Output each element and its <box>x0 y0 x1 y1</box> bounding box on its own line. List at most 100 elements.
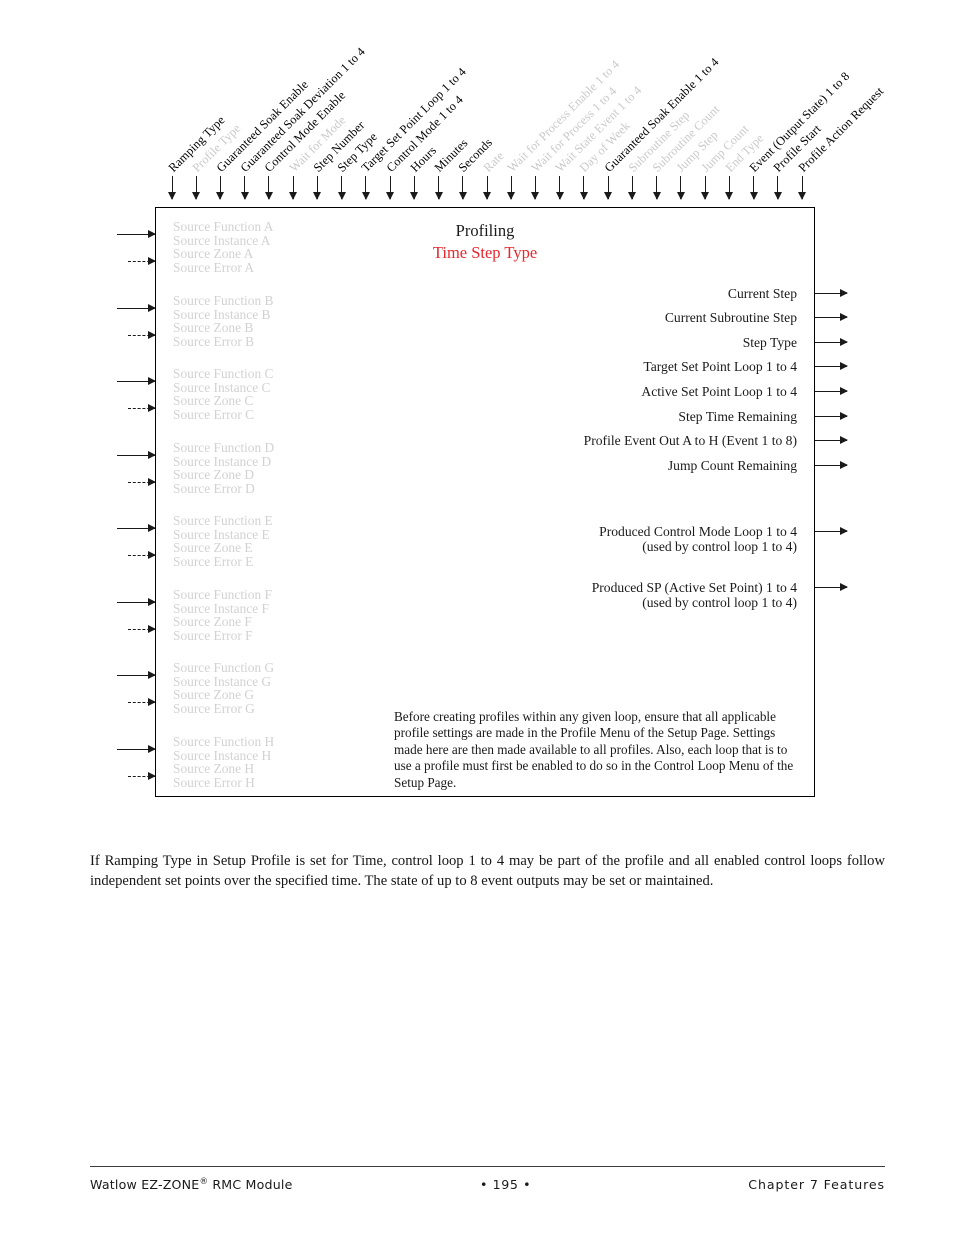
output-arrow-icon <box>815 387 848 395</box>
source-input-line: Source Zone E <box>173 540 253 556</box>
source-input-line: Source Zone G <box>173 687 255 703</box>
output-label-main: Target Set Point Loop 1 to 4 <box>643 359 797 374</box>
input-arrow-down-icon <box>555 176 564 200</box>
source-input-line: Source Function D <box>173 440 275 455</box>
input-arrow-down-icon <box>337 176 346 200</box>
output-label-sub: (used by control loop 1 to 4) <box>642 538 797 554</box>
source-error-arrow-icon <box>128 478 156 487</box>
output-label: Active Set Point Loop 1 to 4 <box>641 384 797 400</box>
profile-setup-note: Before creating profiles within any give… <box>394 709 794 790</box>
source-input-arrow-icon <box>117 229 156 238</box>
source-input-line: Source Function H <box>173 734 275 749</box>
output-label: Step Time Remaining <box>678 409 797 425</box>
input-arrow-down-icon <box>289 176 298 200</box>
source-error-arrow-icon <box>128 772 156 781</box>
input-arrow-down-icon <box>313 176 322 200</box>
source-input-line: Source Error C <box>173 406 255 422</box>
source-input-line: Source Instance D <box>173 453 272 469</box>
source-input-line: Source Function G <box>173 660 275 675</box>
output-arrow-icon <box>815 289 848 297</box>
source-input-line: Source Error F <box>173 627 253 643</box>
source-input-line: Source Function C <box>173 366 274 381</box>
body-paragraph: If Ramping Type in Setup Profile is set … <box>90 853 885 890</box>
output-arrow-icon <box>815 583 848 591</box>
source-input-line: Source Instance H <box>173 747 272 763</box>
input-arrow-down-icon <box>434 176 443 200</box>
footer-divider <box>90 1166 885 1167</box>
input-arrow-down-icon <box>579 176 588 200</box>
source-input-line: Source Function F <box>173 587 272 602</box>
output-label: Jump Count Remaining <box>667 458 797 474</box>
footer-product-pre: Watlow EZ-ZONE <box>90 1177 200 1193</box>
top-input-labels-group: Ramping Type Profile Type Guaranteed Soak … <box>0 0 954 208</box>
output-label-main: Step Time Remaining <box>678 409 797 424</box>
output-arrow-icon <box>815 362 848 370</box>
input-arrow-down-icon <box>264 176 273 200</box>
source-input-group: Source Function H Source Instance H Source… <box>173 735 274 789</box>
source-input-line: Source Zone B <box>173 320 254 336</box>
output-label-main: Step Type <box>742 335 797 350</box>
output-label-main: Current Subroutine Step <box>664 310 797 325</box>
source-input-group: Source Function G Source Instance G Source… <box>173 661 274 715</box>
output-arrow-icon <box>815 436 848 444</box>
input-arrow-down-icon <box>628 176 637 200</box>
output-label-main: Produced SP (Active Set Point) 1 to 4 <box>591 580 797 595</box>
source-input-line: Source Error H <box>173 774 255 790</box>
source-input-line: Source Zone C <box>173 393 254 409</box>
footer-page-number: • 195 • <box>480 1177 532 1192</box>
source-input-line: Source Instance C <box>173 379 271 395</box>
source-input-line: Source Instance E <box>173 526 270 542</box>
source-input-line: Source Function A <box>173 219 274 234</box>
output-arrow-icon <box>815 338 848 346</box>
source-error-arrow-icon <box>128 698 156 707</box>
output-label-main: Jump Count Remaining <box>667 458 797 473</box>
output-label: Profile Event Out A to H (Event 1 to 8) <box>583 433 797 449</box>
output-label-main: Current Step <box>727 286 797 301</box>
output-label: Produced Control Mode Loop 1 to 4 (used b… <box>599 524 797 554</box>
source-error-arrow-icon <box>128 551 156 560</box>
input-arrow-down-icon <box>386 176 395 200</box>
source-error-arrow-icon <box>128 404 156 413</box>
input-arrow-down-icon <box>361 176 370 200</box>
top-input-label: Event (Output State) 1 to 8 <box>746 69 853 175</box>
input-arrow-down-icon <box>798 176 806 200</box>
input-arrow-down-icon <box>749 176 758 200</box>
output-label-main: Profile Event Out A to H (Event 1 to 8) <box>583 433 797 448</box>
source-error-arrow-icon <box>128 625 156 634</box>
footer-product-name: Watlow EZ-ZONE® RMC Module <box>90 1177 293 1192</box>
output-label-sub: (used by control loop 1 to 4) <box>642 594 797 610</box>
input-arrow-down-icon <box>773 176 782 200</box>
source-input-line: Source Zone H <box>173 761 255 777</box>
source-input-line: Source Instance F <box>173 600 269 616</box>
input-arrow-down-icon <box>483 176 491 200</box>
source-input-arrow-icon <box>117 744 156 753</box>
source-input-group: Source Function E Source Instance E Source… <box>173 514 273 568</box>
input-arrow-down-icon <box>531 176 540 200</box>
source-input-line: Source Zone A <box>173 246 254 262</box>
source-input-line: Source Error G <box>173 700 255 716</box>
source-input-line: Source Function E <box>173 513 273 528</box>
source-input-line: Source Error B <box>173 333 255 349</box>
source-input-line: Source Error E <box>173 553 254 569</box>
output-label: Target Set Point Loop 1 to 4 <box>643 359 797 375</box>
source-input-line: Source Zone D <box>173 467 255 483</box>
input-arrow-down-icon <box>507 176 516 200</box>
output-label: Current Subroutine Step <box>664 310 797 326</box>
output-arrow-icon <box>815 461 848 469</box>
input-arrow-down-icon <box>725 176 734 200</box>
source-input-line: Source Instance A <box>173 232 271 248</box>
source-input-group: Source Function B Source Instance B Source… <box>173 294 273 348</box>
output-label-main: Active Set Point Loop 1 to 4 <box>641 384 797 399</box>
source-input-group: Source Function C Source Instance C Source… <box>173 367 273 421</box>
input-arrow-down-icon <box>410 176 419 200</box>
input-arrow-down-icon <box>604 176 613 200</box>
source-input-arrow-icon <box>117 303 156 312</box>
source-error-arrow-icon <box>128 257 156 266</box>
page-footer: Watlow EZ-ZONE® RMC Module • 195 • Chapt… <box>90 1177 885 1199</box>
output-label: Current Step <box>727 286 797 302</box>
input-arrow-down-icon <box>652 176 661 200</box>
source-input-line: Source Error D <box>173 480 255 496</box>
output-label: Step Type <box>742 335 797 351</box>
output-label: Produced SP (Active Set Point) 1 to 4 (us… <box>591 580 797 610</box>
source-input-line: Source Error A <box>173 259 255 275</box>
